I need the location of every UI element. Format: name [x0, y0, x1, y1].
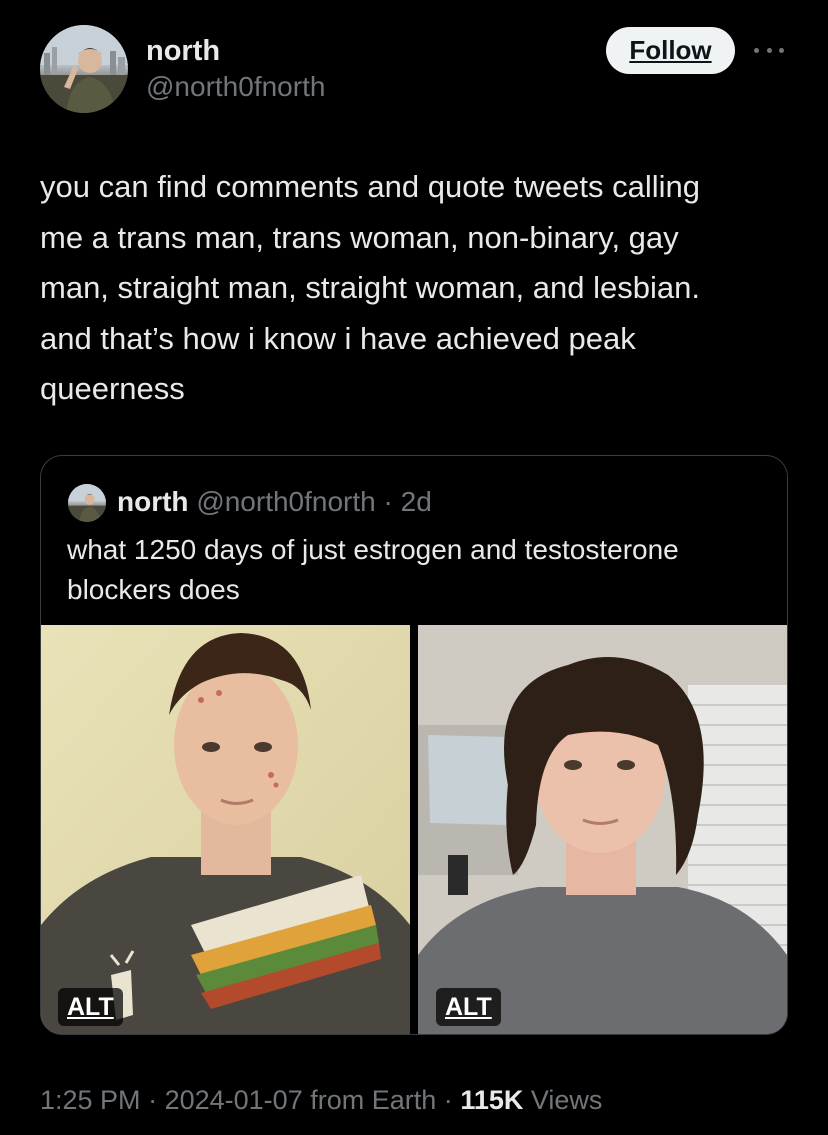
views-label: Views	[530, 1085, 603, 1115]
quote-separator: ·	[383, 486, 393, 517]
photo-before-image	[41, 625, 410, 1034]
quote-tweet-card[interactable]: north @north0fnorth · 2d what 1250 days …	[40, 455, 788, 1035]
tweet-footer: 1:25 PM · 2024-01-07 from Earth · 115K V…	[40, 1082, 602, 1118]
quote-author-name: north	[117, 486, 189, 517]
profile-photo-icon	[40, 25, 128, 113]
photo-after-image	[418, 625, 787, 1034]
alt-text-button[interactable]: ALT	[58, 988, 123, 1026]
follow-button[interactable]: Follow	[606, 27, 735, 74]
quote-age: 2d	[400, 486, 432, 517]
quote-photo-after[interactable]: ALT	[418, 625, 787, 1034]
more-dot	[754, 47, 759, 53]
tweet-time[interactable]: 1:25 PM	[40, 1085, 141, 1115]
tweet-date[interactable]: 2024-01-07	[165, 1085, 303, 1115]
author-handle[interactable]: @north0fnorth	[146, 70, 325, 104]
quote-author-avatar	[68, 484, 106, 522]
views-count[interactable]: 115K	[460, 1085, 523, 1115]
quote-photo-before[interactable]: ALT	[41, 625, 410, 1034]
footer-separator: ·	[148, 1085, 158, 1115]
more-horizontal-icon[interactable]	[754, 40, 784, 60]
quote-header: north @north0fnorth · 2d	[117, 485, 432, 519]
more-dot	[779, 47, 784, 53]
tweet-source: from Earth	[310, 1085, 437, 1115]
author-name[interactable]: north	[146, 33, 220, 69]
tweet-text: you can find comments and quote tweets c…	[40, 169, 700, 406]
quote-author-handle: @north0fnorth	[196, 486, 376, 517]
author-avatar[interactable]	[40, 25, 128, 113]
profile-photo-icon	[68, 484, 106, 522]
more-dot	[766, 47, 772, 53]
footer-separator: ·	[443, 1085, 453, 1115]
alt-text-button[interactable]: ALT	[436, 988, 501, 1026]
quote-text: what 1250 days of just estrogen and test…	[67, 534, 679, 605]
